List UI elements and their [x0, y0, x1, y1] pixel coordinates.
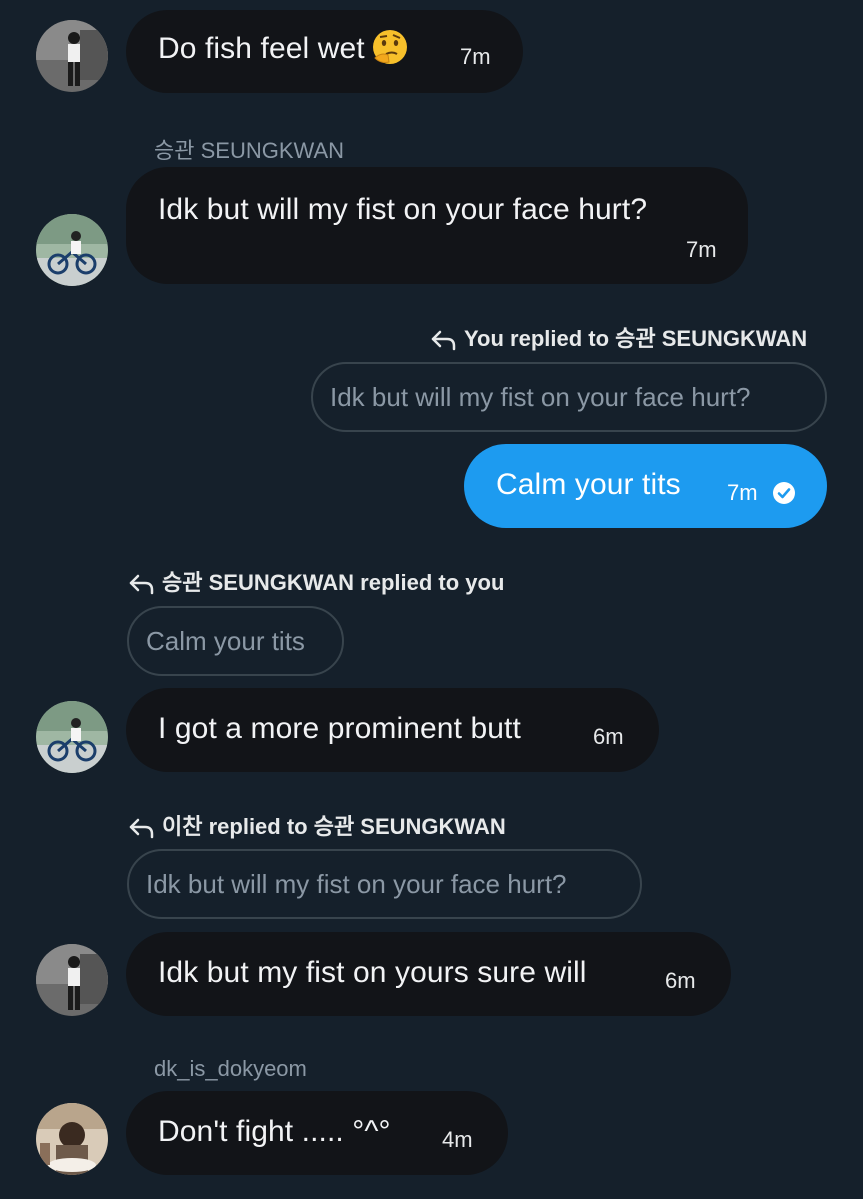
quoted-text: Idk but will my fist on your face hurt?	[330, 382, 751, 412]
quoted-text: Idk but will my fist on your face hurt?	[146, 869, 567, 899]
reply-label: 이찬 replied to 승관 SEUNGKWAN	[162, 814, 506, 839]
message-bubble[interactable]: Do fish feel wet 7m	[126, 10, 523, 93]
message-bubble[interactable]: Don't fight ..... °^° 4m	[126, 1091, 508, 1175]
message-text: Don't fight ..... °^°	[158, 1115, 391, 1148]
message-time: 7m	[460, 44, 491, 69]
reply-label: You replied to 승관 SEUNGKWAN	[464, 326, 808, 351]
sender-name: 승관 SEUNGKWAN	[154, 138, 345, 163]
message-text: I got a more prominent butt	[158, 712, 521, 745]
reply-arrow-icon	[431, 330, 456, 351]
avatar[interactable]	[36, 944, 108, 1016]
message-text: Calm your tits	[496, 468, 681, 501]
reply-arrow-icon	[129, 818, 154, 839]
reply-label: 승관 SEUNGKWAN replied to you	[162, 570, 505, 595]
reply-context: You replied to 승관 SEUNGKWAN	[430, 324, 807, 354]
sender-name: dk_is_dokyeom	[154, 1056, 307, 1081]
message-text: Idk but will my fist on your face hurt?	[158, 193, 648, 226]
reply-arrow-icon	[129, 574, 154, 595]
message-time: 7m	[727, 480, 758, 505]
seen-check-icon	[773, 482, 795, 504]
message-bubble[interactable]: Idk but my fist on yours sure will 6m	[126, 932, 731, 1016]
avatar[interactable]	[36, 214, 108, 286]
avatar[interactable]	[36, 20, 108, 92]
reply-context: 이찬 replied to 승관 SEUNGKWAN	[128, 812, 506, 842]
quoted-message[interactable]: Idk but will my fist on your face hurt?	[311, 362, 827, 432]
message-text: Idk but my fist on yours sure will	[158, 956, 587, 989]
quoted-message[interactable]: Idk but will my fist on your face hurt?	[127, 849, 642, 919]
message-time: 7m	[686, 237, 717, 262]
message-bubble[interactable]: I got a more prominent butt 6m	[126, 688, 659, 772]
message-time: 4m	[442, 1127, 473, 1152]
sent-message-bubble[interactable]: Calm your tits 7m	[464, 444, 827, 528]
reply-context: 승관 SEUNGKWAN replied to you	[128, 568, 504, 598]
quoted-message[interactable]: Calm your tits	[127, 606, 344, 676]
avatar[interactable]	[36, 701, 108, 773]
message-bubble[interactable]: Idk but will my fist on your face hurt? …	[126, 167, 748, 284]
dm-thread: Do fish feel wet 7m 승관 SEUNGKWAN Idk but…	[0, 0, 863, 1199]
message-time: 6m	[593, 724, 624, 749]
avatar[interactable]	[36, 1103, 108, 1175]
thinking-face-icon	[371, 28, 409, 66]
message-time: 6m	[665, 968, 696, 993]
message-text: Do fish feel wet	[158, 32, 365, 65]
quoted-text: Calm your tits	[146, 626, 305, 656]
